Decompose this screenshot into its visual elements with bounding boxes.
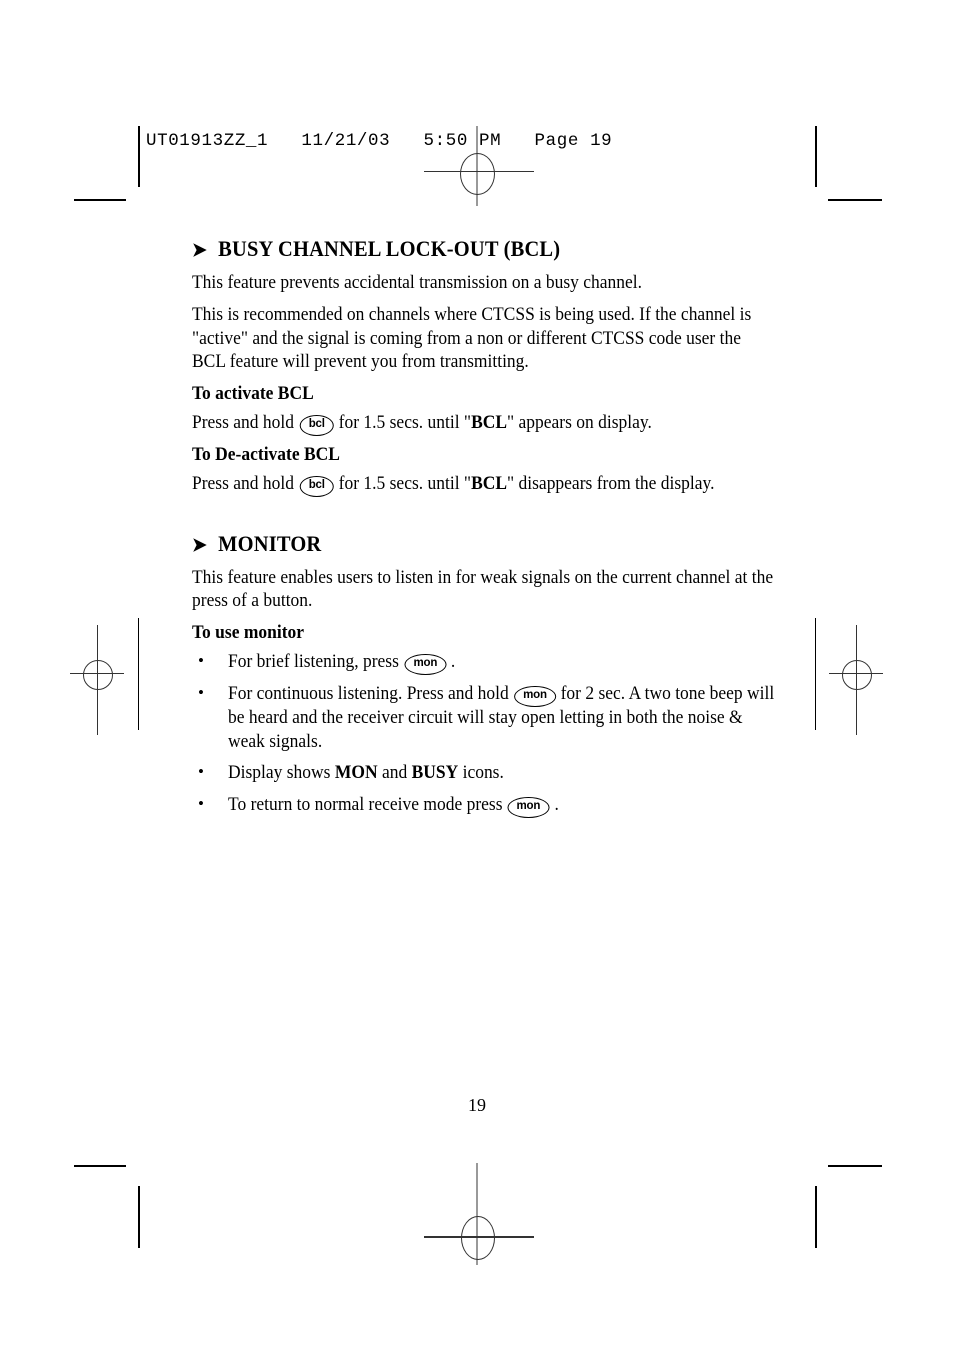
bcl-activate-instruction: Press and hold bcl for 1.5 secs. until "… <box>192 412 774 436</box>
monitor-bullet-3-bold-mon: MON <box>334 763 378 784</box>
bcl-deactivate-bold-text: BCL <box>471 473 508 494</box>
monitor-bullet-4-post: . <box>554 794 559 815</box>
bcl-activate-pre-text: Press and hold <box>192 412 294 433</box>
bcl-key-icon-2[interactable]: bcl <box>299 475 334 497</box>
page-number: 19 <box>468 1095 486 1115</box>
section-heading-monitor: ➤ MONITOR <box>192 531 735 557</box>
crop-mark-bottom-left-horizontal <box>74 1165 126 1167</box>
section-heading-monitor-text: MONITOR <box>218 530 322 556</box>
bcl-deactivate-mid-text: for 1.5 secs. until " <box>338 473 472 494</box>
bcl-key-icon[interactable]: bcl <box>299 414 334 436</box>
section-monitor: ➤ MONITOR This feature enables users to … <box>192 531 776 818</box>
bcl-paragraph-2: This is recommended on channels where CT… <box>192 305 752 373</box>
monitor-bullet-4-pre: To return to normal receive mode press <box>228 794 503 815</box>
monitor-subheading-use: To use monitor <box>192 622 305 643</box>
monitor-bullet-1-post: . <box>450 651 456 672</box>
monitor-bullet-2-pre: For continuous listening. Press and hold <box>228 683 509 704</box>
crop-mark-top-right-horizontal <box>828 199 882 201</box>
arrow-bullet-icon-2: ➤ <box>192 534 207 556</box>
crop-mark-bottom-left-vertical <box>138 1186 140 1248</box>
bcl-subheading-deactivate: To De-activate BCL <box>192 444 340 465</box>
arrow-bullet-icon: ➤ <box>192 240 207 261</box>
crop-mark-bottom-right-horizontal <box>828 1165 882 1167</box>
crop-mark-right-edge-vertical <box>815 618 816 730</box>
mon-key-icon-2[interactable]: mon <box>513 685 556 707</box>
registration-mark-bottom-circle <box>461 1216 495 1260</box>
crop-mark-top-left-vertical <box>138 126 140 187</box>
list-item: For brief listening, press mon . <box>192 650 776 675</box>
bcl-activate-bold-text: BCL <box>471 412 508 433</box>
monitor-paragraph-1: This feature enables users to listen in … <box>192 567 774 612</box>
crop-mark-left-edge-vertical <box>138 618 139 730</box>
printer-slug-line: UT01913ZZ_1 11/21/03 5:50 PM Page 19 <box>146 131 613 151</box>
registration-mark-top-circle <box>460 153 495 195</box>
bcl-subheading-activate: To activate BCL <box>192 383 314 404</box>
list-item: For continuous listening. Press and hold… <box>192 682 776 754</box>
crop-mark-top-right-vertical <box>815 126 817 187</box>
section-heading-bcl: ➤ BUSY CHANNEL LOCK-OUT (BCL) <box>192 236 735 262</box>
bcl-paragraph-1: This feature prevents accidental transmi… <box>192 273 643 293</box>
bcl-deactivate-pre-text: Press and hold <box>192 473 294 494</box>
monitor-bullet-1-pre: For brief listening, press <box>228 651 399 672</box>
monitor-bullet-3-mid: and <box>381 763 408 784</box>
page-content: ➤ BUSY CHANNEL LOCK-OUT (BCL) This featu… <box>192 236 776 826</box>
list-item: Display shows MON and BUSY icons. <box>192 761 776 786</box>
bcl-activate-mid-text: for 1.5 secs. until " <box>338 412 472 433</box>
bcl-deactivate-instruction: Press and hold bcl for 1.5 secs. until "… <box>192 473 774 497</box>
registration-mark-right-circle <box>842 660 872 690</box>
monitor-bullet-3-post: icons. <box>462 763 504 784</box>
bcl-deactivate-post-text: " disappears from the display. <box>507 473 715 494</box>
crop-mark-top-left-horizontal <box>74 199 126 201</box>
bcl-activate-post-text: " appears on display. <box>507 412 652 433</box>
monitor-bullet-3-bold-busy: BUSY <box>411 763 459 784</box>
monitor-bullet-list: For brief listening, press mon . For con… <box>192 650 776 818</box>
crop-mark-bottom-right-vertical <box>815 1186 817 1248</box>
monitor-bullet-3-pre: Display shows <box>228 763 331 784</box>
section-busy-channel-lockout: ➤ BUSY CHANNEL LOCK-OUT (BCL) This featu… <box>192 236 776 497</box>
mon-key-icon[interactable]: mon <box>404 653 446 675</box>
list-item: To return to normal receive mode press m… <box>192 793 776 818</box>
section-heading-bcl-text: BUSY CHANNEL LOCK-OUT (BCL) <box>218 236 561 261</box>
registration-mark-left-circle <box>83 660 113 690</box>
mon-key-icon-3[interactable]: mon <box>507 796 550 818</box>
